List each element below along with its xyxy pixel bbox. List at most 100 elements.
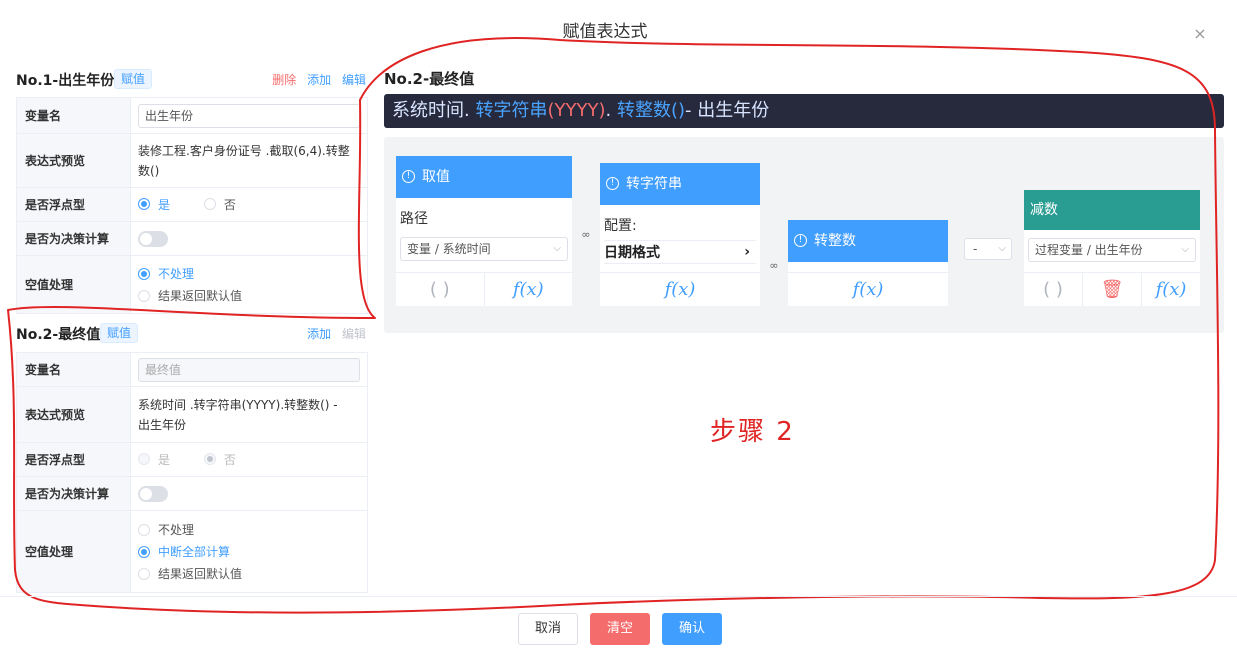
card-get-value[interactable]: ! 取值 路径 变量 / 系统时间 ⌵ ( ) f(x)	[396, 156, 572, 306]
section2-assign-tag: 赋值	[100, 323, 139, 343]
radio-dot-icon	[138, 453, 150, 466]
decision-switch[interactable]	[138, 230, 168, 247]
float-no-radio[interactable]: 否	[203, 196, 236, 213]
preview-label: 表达式预览	[16, 133, 131, 188]
radio-dot-icon	[138, 267, 150, 280]
section2-title: No.2-最终值	[16, 327, 101, 343]
null-none-radio[interactable]: 不处理	[138, 521, 360, 538]
config-label: 配置:	[604, 218, 637, 234]
card-footer: ( ) f(x)	[396, 272, 572, 306]
var-name-input[interactable]: 最终值	[138, 357, 360, 382]
radio-dot-icon	[138, 545, 150, 558]
right-panel-title: No.2-最终值	[384, 70, 475, 88]
expression-preview: 装修工程.客户身份证号 .截取(6,4).转整数()	[138, 143, 350, 178]
function-button[interactable]: f(x)	[788, 273, 948, 306]
chevron-right-icon: ›	[744, 244, 750, 260]
cancel-button[interactable]: 取消	[518, 613, 578, 645]
function-button[interactable]: f(x)	[600, 273, 760, 306]
footer-divider	[0, 596, 1237, 597]
expr-part: - 出生年份	[685, 100, 770, 121]
date-format-config[interactable]: 日期格式 ›	[604, 240, 756, 264]
float-no-radio[interactable]: 否	[203, 451, 236, 468]
trash-icon[interactable]: 🗑	[1082, 273, 1141, 306]
var-name-label: 变量名	[16, 97, 131, 134]
path-select[interactable]: 变量 / 系统时间 ⌵	[400, 237, 568, 261]
chevron-down-icon: ⌵	[1181, 244, 1189, 255]
edit-link[interactable]: 编辑	[342, 73, 366, 87]
card-header: ! 转整数	[788, 220, 948, 262]
card-header: 减数	[1024, 190, 1200, 230]
dialog-title: 赋值表达式	[562, 22, 648, 42]
radio-dot-icon	[203, 198, 216, 211]
close-icon[interactable]: ×	[1192, 26, 1208, 42]
chevron-down-icon: ⌵	[553, 243, 561, 254]
add-link[interactable]: 添加	[307, 327, 331, 341]
float-yes-radio[interactable]: 是	[138, 451, 170, 468]
card-to-integer[interactable]: ! 转整数 f(x)	[788, 220, 948, 306]
expr-part: ()	[670, 100, 686, 121]
function-button[interactable]: f(x)	[1141, 273, 1200, 306]
radio-dot-icon	[138, 567, 150, 580]
link-icon: ∞	[581, 228, 591, 241]
card-header: ! 取值	[396, 156, 572, 198]
section1-form: 变量名 出生年份 表达式预览 装修工程.客户身份证号 .截取(6,4).转整数(…	[16, 97, 368, 314]
function-button[interactable]: f(x)	[483, 273, 573, 306]
section2-header: No.2-最终值 赋值 添加 编辑	[16, 322, 366, 344]
preview-label: 表达式预览	[16, 386, 131, 443]
null-handling-label: 空值处理	[16, 255, 131, 314]
card-footer: f(x)	[600, 272, 760, 306]
radio-dot-icon	[138, 289, 150, 302]
path-label: 路径	[400, 211, 428, 227]
section2-form: 变量名 最终值 表达式预览 系统时间 .转字符串(YYYY).转整数() - 出…	[16, 352, 368, 593]
null-handling-label: 空值处理	[16, 510, 131, 593]
section2-actions: 添加 编辑	[300, 325, 366, 342]
clear-button[interactable]: 清空	[590, 613, 650, 645]
paren-button[interactable]: ( )	[1024, 273, 1082, 306]
var-name-label: 变量名	[16, 352, 131, 387]
card-footer: ( ) 🗑 f(x)	[1024, 272, 1200, 306]
info-icon: !	[606, 176, 619, 190]
add-link[interactable]: 添加	[307, 73, 331, 87]
null-abort-radio[interactable]: 中断全部计算	[138, 543, 360, 560]
float-label: 是否浮点型	[16, 187, 131, 222]
expr-part: YYYY	[554, 100, 599, 121]
link-icon: ∞	[769, 259, 779, 272]
chevron-down-icon: ⌵	[998, 243, 1006, 254]
step-annotation-label: 步骤 2	[710, 417, 795, 447]
radio-dot-icon	[138, 523, 150, 536]
operator-select[interactable]: - ⌵	[964, 238, 1012, 260]
section1-title: No.1-出生年份	[16, 73, 115, 89]
radio-dot-icon	[203, 453, 216, 466]
null-default-radio[interactable]: 结果返回默认值	[138, 565, 360, 582]
delete-link[interactable]: 删除	[272, 73, 296, 87]
decision-switch[interactable]	[138, 485, 168, 502]
null-default-radio[interactable]: 结果返回默认值	[138, 287, 360, 304]
card-footer: f(x)	[788, 272, 948, 306]
expr-part: 系统时间	[392, 100, 464, 121]
section1-actions: 删除 添加 编辑	[265, 71, 366, 88]
info-icon: !	[402, 169, 415, 183]
null-none-radio[interactable]: 不处理	[138, 265, 360, 282]
confirm-button[interactable]: 确认	[662, 613, 722, 645]
expr-part: 转整数	[611, 100, 671, 121]
section1-assign-tag: 赋值	[114, 69, 153, 89]
expression-preview-line1: 系统时间 .转字符串(YYYY).转整数() -	[138, 397, 338, 412]
card-subtrahend[interactable]: 减数 过程变量 / 出生年份 ⌵ ( ) 🗑 f(x)	[1024, 190, 1200, 306]
expr-part: )	[598, 100, 606, 121]
section1-header: No.1-出生年份 赋值 删除 添加 编辑	[16, 68, 366, 90]
card-header: ! 转字符串	[600, 163, 760, 205]
float-yes-radio[interactable]: 是	[138, 196, 170, 213]
decision-label: 是否为决策计算	[16, 476, 131, 511]
card-to-string[interactable]: ! 转字符串 配置: 日期格式 › f(x)	[600, 163, 760, 306]
expression-preview-line2: 出生年份	[138, 417, 187, 432]
float-label: 是否浮点型	[16, 442, 131, 477]
expression-bar: 系统时间. 转字符串(YYYY). 转整数()- 出生年份	[384, 94, 1224, 128]
decision-label: 是否为决策计算	[16, 221, 131, 256]
expr-part: (	[547, 100, 555, 121]
subtrahend-select[interactable]: 过程变量 / 出生年份 ⌵	[1028, 238, 1196, 262]
var-name-input[interactable]: 出生年份	[138, 103, 360, 128]
expr-part: 转字符串	[469, 100, 548, 121]
paren-button[interactable]: ( )	[396, 273, 484, 306]
edit-link[interactable]: 编辑	[342, 327, 366, 341]
info-icon: !	[794, 233, 807, 247]
